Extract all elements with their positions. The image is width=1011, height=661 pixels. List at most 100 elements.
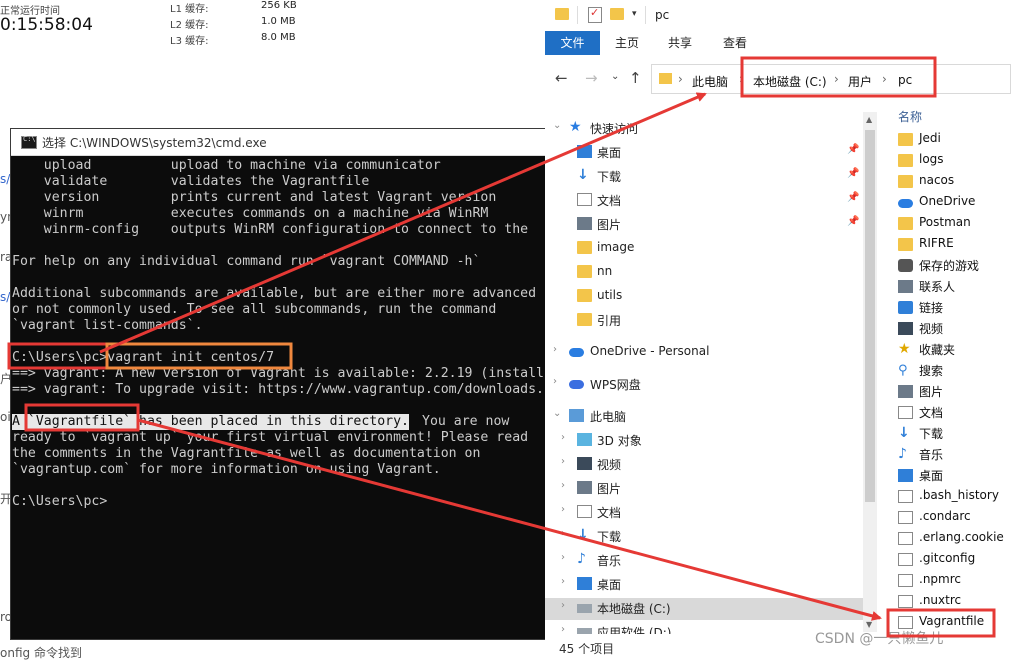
scroll-up-icon[interactable]: ▲: [866, 115, 872, 124]
nav-item-videos[interactable]: › 视频: [545, 454, 863, 476]
address-row: ← → ⌄ ↑ › 此电脑 › 本地磁盘 (C:) › 用户 › pc: [545, 60, 1011, 96]
folder-icon[interactable]: [555, 8, 569, 20]
file-name: 音乐: [919, 448, 944, 462]
document-icon: [577, 193, 592, 206]
cloud-icon: [569, 380, 584, 389]
tab-view[interactable]: 查看: [715, 31, 755, 55]
favorites-icon: ★: [898, 341, 911, 357]
nav-item-label: 本地磁盘 (C:): [597, 602, 671, 616]
file-name: 保存的游戏: [919, 259, 980, 273]
breadcrumb-this-pc[interactable]: 此电脑: [692, 73, 728, 90]
cache-l2-value: 1.0 MB: [261, 16, 296, 27]
nav-item-this-pc[interactable]: ⌄ 此电脑: [545, 406, 863, 428]
nav-item-documents-pc[interactable]: › 文档: [545, 502, 863, 524]
file-name: .erlang.cookie: [919, 530, 1004, 544]
chevron-right-icon[interactable]: ›: [834, 72, 839, 86]
game-icon: [898, 259, 913, 272]
recent-locations-icon[interactable]: ⌄: [611, 71, 619, 82]
chevron-right-icon[interactable]: ›: [882, 72, 887, 86]
navigation-scrollbar[interactable]: ▲ ▼: [863, 112, 877, 632]
nav-item-local-disk-c[interactable]: › 本地磁盘 (C:): [545, 598, 863, 620]
console-line: You are now: [422, 414, 510, 429]
nav-item-music[interactable]: › ♪ 音乐: [545, 550, 863, 572]
pin-icon[interactable]: 📌: [847, 168, 859, 179]
chevron-right-icon[interactable]: ›: [553, 344, 557, 355]
console-selected-text[interactable]: A `Vagrantfile` has been placed in this …: [12, 414, 409, 430]
nav-item-desktop[interactable]: 桌面 📌: [545, 142, 863, 164]
chevron-down-icon[interactable]: ⌄: [553, 408, 561, 419]
chevron-right-icon[interactable]: ›: [561, 528, 565, 539]
back-icon[interactable]: ←: [555, 69, 568, 87]
properties-icon[interactable]: [588, 6, 602, 23]
nav-item-onedrive[interactable]: › OneDrive - Personal: [545, 342, 863, 364]
nav-item-references[interactable]: 引用: [545, 310, 863, 332]
cmd-console[interactable]: upload upload to machine via communicato…: [11, 156, 546, 639]
chevron-right-icon[interactable]: ›: [678, 72, 683, 86]
chevron-right-icon[interactable]: ›: [553, 376, 557, 387]
star-icon: ★: [569, 119, 582, 135]
scrollbar-thumb[interactable]: [865, 130, 875, 502]
breadcrumb-pc[interactable]: pc: [898, 73, 912, 87]
chevron-right-icon[interactable]: ›: [561, 624, 565, 634]
file-icon: [898, 511, 913, 524]
address-bar[interactable]: › 此电脑 › 本地磁盘 (C:) › 用户 › pc: [651, 64, 1011, 94]
console-line: ==> vagrant: A new version of Vagrant is…: [12, 366, 544, 381]
customize-toolbar-icon[interactable]: ▾: [632, 9, 637, 19]
console-prompt[interactable]: C:\Users\pc>: [12, 494, 107, 510]
up-icon[interactable]: ↑: [629, 69, 642, 87]
tab-file[interactable]: 文件: [545, 31, 600, 55]
nav-item-downloads[interactable]: ↓ 下载 📌: [545, 166, 863, 188]
chevron-right-icon[interactable]: ›: [561, 480, 565, 491]
file-name: OneDrive: [919, 194, 976, 208]
nav-item-label: utils: [597, 288, 623, 302]
nav-item-nn[interactable]: nn: [545, 262, 863, 284]
new-folder-icon[interactable]: [610, 8, 624, 20]
nav-item-3d-objects[interactable]: › 3D 对象: [545, 430, 863, 452]
video-icon: [898, 322, 913, 335]
config-file-icon: [898, 553, 913, 566]
folder-icon: [898, 175, 913, 188]
chevron-down-icon[interactable]: ⌄: [553, 120, 561, 131]
file-name: Postman: [919, 215, 971, 229]
toolbar-divider: [645, 6, 646, 24]
tab-home[interactable]: 主页: [607, 31, 647, 55]
nav-item-image[interactable]: image: [545, 238, 863, 260]
forward-icon[interactable]: →: [585, 69, 598, 87]
chevron-right-icon[interactable]: ›: [739, 72, 744, 86]
nav-item-documents[interactable]: 文档 📌: [545, 190, 863, 212]
picture-icon: [898, 385, 913, 398]
column-header-name[interactable]: 名称: [898, 108, 922, 125]
link-icon: [898, 301, 913, 314]
folder-icon: [898, 217, 913, 230]
chevron-right-icon[interactable]: ›: [561, 576, 565, 587]
breadcrumb-local-disk-c[interactable]: 本地磁盘 (C:): [753, 73, 827, 90]
nav-item-desktop-pc[interactable]: › 桌面: [545, 574, 863, 596]
pin-icon[interactable]: 📌: [847, 144, 859, 155]
cmd-window[interactable]: 选择 C:\WINDOWS\system32\cmd.exe upload up…: [10, 128, 547, 640]
tab-share[interactable]: 共享: [660, 31, 700, 55]
nav-item-wps-cloud[interactable]: › WPS网盘: [545, 374, 863, 396]
cube-icon: [577, 433, 592, 446]
nav-item-utils[interactable]: utils: [545, 286, 863, 308]
onedrive-icon: [898, 199, 913, 208]
nav-item-downloads-pc[interactable]: › ↓ 下载: [545, 526, 863, 548]
pin-icon[interactable]: 📌: [847, 192, 859, 203]
nav-item-pictures-pc[interactable]: › 图片: [545, 478, 863, 500]
folder-icon: [577, 241, 592, 254]
cmd-title-bar[interactable]: 选择 C:\WINDOWS\system32\cmd.exe: [11, 129, 546, 156]
nav-item-quick-access[interactable]: ⌄ ★ 快速访问: [545, 118, 863, 140]
navigation-pane[interactable]: ⌄ ★ 快速访问 桌面 📌 ↓ 下载 📌 文档 📌 图片 📌 image nn …: [545, 112, 877, 634]
video-icon: [577, 457, 592, 470]
file-icon: [898, 490, 913, 503]
chevron-right-icon[interactable]: ›: [561, 504, 565, 515]
chevron-right-icon[interactable]: ›: [561, 432, 565, 443]
file-explorer-window[interactable]: ▾ pc 文件 主页 共享 查看 ← → ⌄ ↑ › 此电脑 › 本地磁盘 (C…: [545, 0, 1011, 658]
music-icon: ♪: [577, 551, 586, 567]
breadcrumb-users[interactable]: 用户: [848, 73, 872, 90]
chevron-right-icon[interactable]: ›: [561, 552, 565, 563]
chevron-right-icon[interactable]: ›: [561, 600, 565, 611]
nav-item-pictures[interactable]: 图片 📌: [545, 214, 863, 236]
pin-icon[interactable]: 📌: [847, 216, 859, 227]
chevron-right-icon[interactable]: ›: [561, 456, 565, 467]
file-list[interactable]: 名称 Jedi logs nacos OneDrive Postman RIFR…: [890, 102, 1011, 642]
